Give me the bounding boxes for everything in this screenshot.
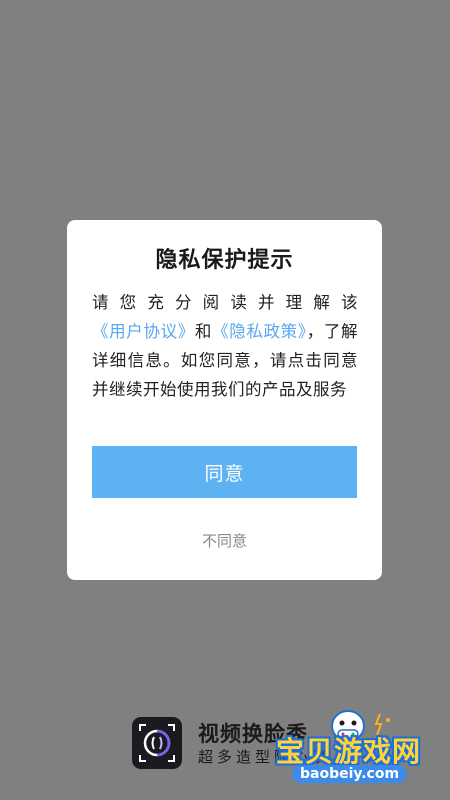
splash-screen: 隐私保护提示 请您充分阅读并理解该《用户协议》和《隐私政策》，了解详细信息。如您…	[0, 0, 450, 800]
body-prefix-text: 请您充分阅读并理解该	[92, 293, 358, 312]
watermark-title: 宝贝游戏网	[276, 735, 422, 768]
app-logo-icon	[132, 717, 182, 769]
body-and-text: 和	[194, 322, 213, 341]
user-agreement-link[interactable]: 《用户协议》	[92, 322, 195, 341]
disagree-button[interactable]: 不同意	[67, 530, 382, 551]
agree-button[interactable]: 同意	[92, 446, 357, 498]
dialog-title: 隐私保护提示	[155, 248, 294, 273]
privacy-policy-link[interactable]: 《隐私政策》	[212, 322, 307, 341]
watermark-url: baobeiy.com	[292, 765, 408, 783]
dialog-body: 请您充分阅读并理解该《用户协议》和《隐私政策》，了解详细信息。如您同意，请点击同…	[92, 288, 358, 404]
site-watermark: 宝贝游戏网 baobeiy.com	[276, 700, 446, 790]
privacy-dialog: 隐私保护提示 请您充分阅读并理解该《用户协议》和《隐私政策》，了解详细信息。如您…	[67, 220, 382, 580]
